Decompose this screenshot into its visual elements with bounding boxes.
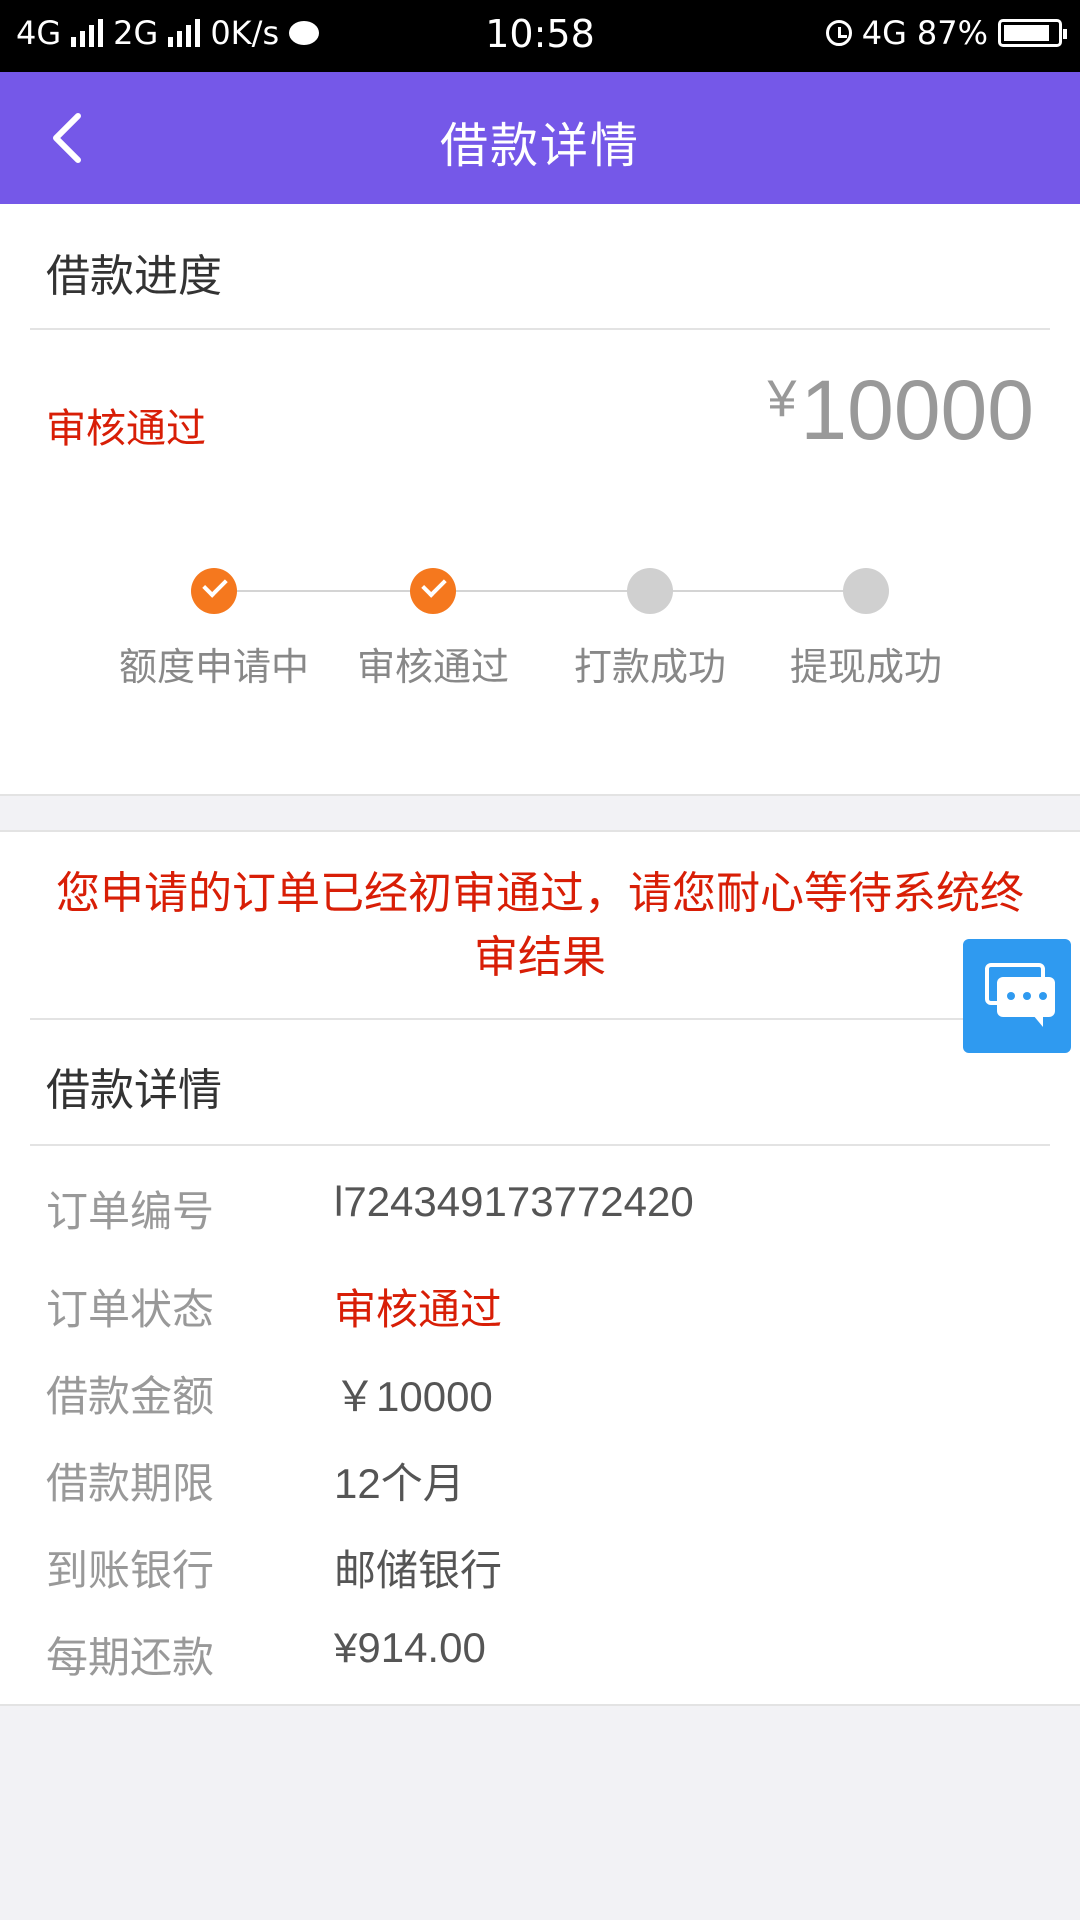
loan-amount-value: 10000 bbox=[800, 363, 1034, 457]
loan-term-label: 借款期限 bbox=[46, 1459, 215, 1508]
loan-amount-label: 借款金额 bbox=[46, 1372, 215, 1421]
divider bbox=[30, 328, 1050, 330]
order-number-value: l724349173772420 bbox=[334, 1178, 694, 1225]
network-type-3: 4G bbox=[861, 14, 907, 52]
order-status-label: 订单状态 bbox=[46, 1285, 215, 1334]
status-right: 4G 87% bbox=[825, 14, 1067, 52]
step-label: 额度申请中 bbox=[118, 645, 309, 689]
progress-status: 审核通过 bbox=[46, 406, 206, 452]
order-status-value: 审核通过 bbox=[334, 1286, 503, 1333]
step-check-icon bbox=[191, 568, 237, 614]
step-label: 审核通过 bbox=[356, 645, 509, 689]
battery-icon bbox=[998, 19, 1067, 47]
loan-amount-detail-value: ￥10000 bbox=[334, 1373, 493, 1420]
installment-value: ¥914.00 bbox=[334, 1624, 486, 1671]
loan-amount: ¥10000 bbox=[767, 362, 1034, 459]
step-check-icon bbox=[410, 568, 456, 614]
step-pending-dot bbox=[627, 568, 673, 614]
bank-label: 到账银行 bbox=[46, 1546, 215, 1595]
order-number-label: 订单编号 bbox=[46, 1187, 215, 1236]
progress-track bbox=[214, 590, 866, 592]
divider bbox=[30, 1018, 1050, 1020]
loan-detail-card: 您申请的订单已经初审通过，请您耐心等待系统终审结果 借款详情 订单编号 l724… bbox=[0, 830, 1080, 1706]
customer-service-button[interactable] bbox=[963, 939, 1071, 1053]
battery-fill bbox=[1004, 25, 1049, 41]
nav-header: 借款详情 bbox=[0, 72, 1080, 204]
bank-value: 邮储银行 bbox=[334, 1547, 503, 1594]
review-notice: 您申请的订单已经初审通过，请您耐心等待系统终审结果 bbox=[56, 868, 1024, 983]
alarm-icon bbox=[825, 20, 852, 46]
currency-symbol: ¥ bbox=[767, 369, 797, 428]
details-section-title: 借款详情 bbox=[46, 1065, 222, 1116]
status-bar: 4G 2G 0K/s 10:58 4G 87% bbox=[0, 0, 1080, 72]
step-label: 提现成功 bbox=[789, 645, 942, 689]
page-title: 借款详情 bbox=[439, 118, 640, 174]
step-pending-dot bbox=[843, 568, 889, 614]
battery-percent: 87% bbox=[916, 14, 988, 52]
progress-section-title: 借款进度 bbox=[46, 251, 222, 302]
loan-progress-card: 借款进度 审核通过 ¥10000 额度申请中 审核通过 打款成功 提现成功 bbox=[0, 204, 1080, 796]
loan-term-value: 12个月 bbox=[334, 1460, 465, 1507]
divider bbox=[30, 1144, 1050, 1146]
step-label: 打款成功 bbox=[573, 645, 726, 689]
installment-label: 每期还款 bbox=[46, 1633, 215, 1682]
